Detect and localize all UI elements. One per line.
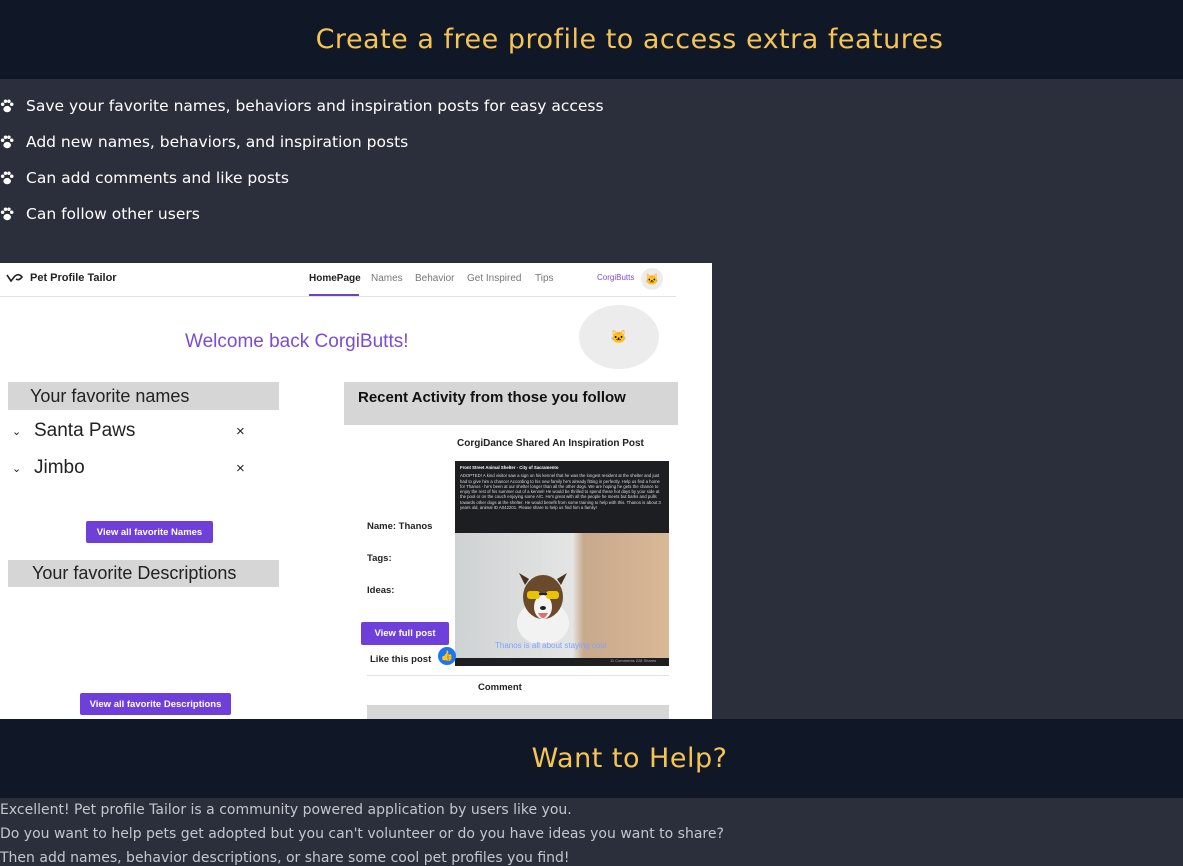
feature-text: Can add comments and like posts bbox=[26, 169, 289, 187]
like-post-label: Like this post bbox=[370, 654, 432, 665]
feature-list: Save your favorite names, behaviors and … bbox=[0, 88, 604, 232]
nav-get-inspired[interactable]: Get Inspired bbox=[467, 273, 521, 284]
nav-homepage[interactable]: HomePage bbox=[309, 273, 361, 284]
help-line: Excellent! Pet profile Tailor is a commu… bbox=[0, 802, 572, 818]
preview-navbar: Pet Profile Tailor HomePage Names Behavi… bbox=[0, 263, 676, 297]
welcome-heading: Welcome back CorgiButts! bbox=[185, 331, 409, 352]
feature-item: Can add comments and like posts bbox=[0, 160, 604, 196]
paw-icon bbox=[0, 207, 14, 221]
help-banner: Want to Help? bbox=[0, 719, 1183, 798]
post-tags-label: Tags: bbox=[367, 553, 392, 564]
recent-activity-title: Recent Activity from those you follow bbox=[344, 382, 678, 425]
feature-text: Save your favorite names, behaviors and … bbox=[26, 97, 604, 115]
favorite-descriptions-title: Your favorite Descriptions bbox=[8, 560, 279, 587]
active-tab-indicator bbox=[309, 294, 359, 296]
paw-icon bbox=[0, 99, 14, 113]
chevron-down-icon[interactable]: ⌄ bbox=[12, 425, 26, 438]
help-line: Do you want to help pets get adopted but… bbox=[0, 826, 724, 842]
fb-post-text: Front Street Animal Shelter - City of Sa… bbox=[460, 465, 665, 510]
dog-photo: Thanos is all about staying cool bbox=[455, 533, 669, 658]
banner-title: Create a free profile to access extra fe… bbox=[315, 24, 944, 55]
feature-item: Can follow other users bbox=[0, 196, 604, 232]
favorite-name-row[interactable]: ⌄ Jimbo × bbox=[12, 457, 252, 479]
post-name-label: Name: Thanos bbox=[367, 521, 433, 532]
help-line: Then add names, behavior descriptions, o… bbox=[0, 850, 570, 866]
view-all-descriptions-button[interactable]: View all favorite Descriptions bbox=[80, 693, 231, 715]
embedded-facebook-post[interactable]: Front Street Animal Shelter - City of Sa… bbox=[455, 461, 669, 666]
favorite-names-title: Your favorite names bbox=[8, 382, 279, 410]
feature-item: Save your favorite names, behaviors and … bbox=[0, 88, 604, 124]
feature-text: Can follow other users bbox=[26, 205, 200, 223]
preview-app-name: Pet Profile Tailor bbox=[30, 272, 117, 284]
close-icon[interactable]: × bbox=[236, 460, 245, 477]
fb-post-counts: 11 Comments 228 Shares bbox=[610, 658, 657, 663]
paw-icon bbox=[0, 135, 14, 149]
post-title: CorgiDance Shared An Inspiration Post bbox=[457, 438, 644, 449]
nav-tips[interactable]: Tips bbox=[535, 273, 554, 284]
large-avatar-icon: 🐱 bbox=[579, 305, 659, 369]
help-text: Excellent! Pet profile Tailor is a commu… bbox=[0, 798, 1183, 866]
comment-label: Comment bbox=[478, 682, 522, 693]
feature-item: Add new names, behaviors, and inspiratio… bbox=[0, 124, 604, 160]
favorite-name: Santa Paws bbox=[34, 420, 136, 441]
small-avatar-icon[interactable]: 🐱 bbox=[641, 268, 663, 290]
nav-names[interactable]: Names bbox=[371, 273, 403, 284]
logo-icon bbox=[6, 273, 24, 283]
dog-image-icon bbox=[517, 573, 569, 643]
paw-icon bbox=[0, 171, 14, 185]
close-icon[interactable]: × bbox=[236, 423, 245, 440]
comment-input[interactable] bbox=[367, 705, 669, 719]
post-ideas-label: Ideas: bbox=[367, 585, 395, 596]
top-banner: Create a free profile to access extra fe… bbox=[0, 0, 1183, 79]
thumbs-up-icon[interactable]: 👍 bbox=[438, 647, 456, 665]
feature-text: Add new names, behaviors, and inspiratio… bbox=[26, 133, 409, 151]
fb-video-caption: Thanos is all about staying cool bbox=[495, 641, 607, 650]
favorite-name-row[interactable]: ⌄ Santa Paws × bbox=[12, 420, 252, 442]
preview-username[interactable]: CorgiButts bbox=[597, 273, 634, 282]
view-all-names-button[interactable]: View all favorite Names bbox=[86, 521, 213, 543]
preview-logo: Pet Profile Tailor bbox=[6, 272, 117, 284]
favorite-name: Jimbo bbox=[34, 457, 85, 478]
fb-post-header: Front Street Animal Shelter - City of Sa… bbox=[460, 465, 559, 470]
fb-post-body: ADOPTED! A kind visitor saw a sign on hi… bbox=[460, 473, 661, 511]
view-full-post-button[interactable]: View full post bbox=[361, 622, 449, 645]
divider bbox=[367, 675, 669, 676]
help-title: Want to Help? bbox=[531, 743, 728, 774]
nav-behavior[interactable]: Behavior bbox=[415, 273, 454, 284]
chevron-down-icon[interactable]: ⌄ bbox=[12, 462, 26, 475]
app-preview-screenshot: Pet Profile Tailor HomePage Names Behavi… bbox=[0, 263, 712, 719]
